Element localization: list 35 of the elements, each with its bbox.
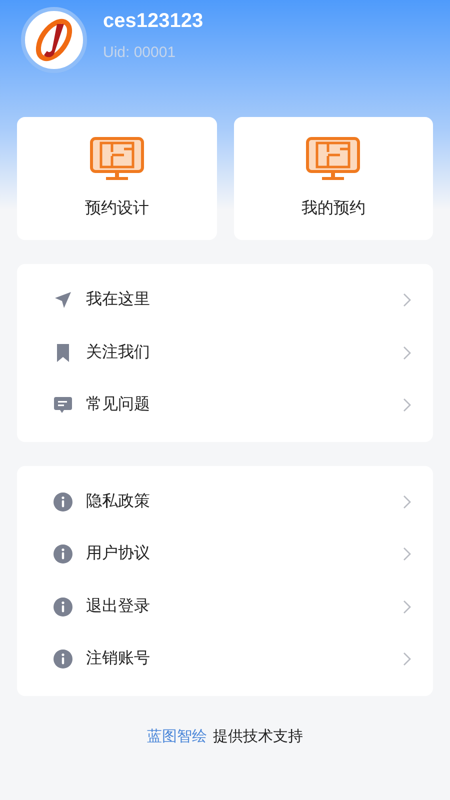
chevron-right-icon <box>403 600 411 614</box>
chevron-right-icon <box>403 346 411 360</box>
chevron-right-icon <box>403 398 411 412</box>
support-text: 提供技术支持 <box>213 726 303 746</box>
menu-item[interactable]: 用户协议 <box>17 528 433 580</box>
menu-item-label: 退出登录 <box>86 596 151 617</box>
user-name: ces123123 <box>103 8 204 34</box>
info-icon <box>53 596 73 617</box>
send-icon <box>53 290 73 310</box>
menu-item-label: 注销账号 <box>86 648 151 670</box>
menu-item-label: 用户协议 <box>86 544 151 564</box>
menu-item[interactable]: 退出登录 <box>17 580 433 633</box>
chevron-right-icon <box>403 547 411 562</box>
user-id: Uid: 00001 <box>103 42 177 63</box>
menu-item-label: 我在这里 <box>86 290 151 310</box>
menu-item[interactable]: 隐私政策 <box>17 476 433 528</box>
shortcut-card[interactable]: 预约设计 <box>17 117 216 240</box>
info-icon <box>53 649 73 670</box>
menu-item[interactable]: 我在这里 <box>17 274 433 326</box>
message-icon <box>53 395 73 416</box>
chevron-right-icon <box>403 293 411 308</box>
menu-item[interactable]: 常见问题 <box>17 379 433 432</box>
bookmark-icon <box>55 342 71 363</box>
info-icon <box>53 544 73 564</box>
floor-plan-monitor-icon <box>90 136 144 182</box>
menu-item[interactable]: 注销账号 <box>17 633 433 686</box>
menu-item-label: 常见问题 <box>86 394 151 416</box>
menu-item-label: 关注我们 <box>86 342 151 363</box>
menu-item-label: 隐私政策 <box>86 492 151 512</box>
info-icon <box>53 492 73 512</box>
chevron-right-icon <box>403 494 411 509</box>
floor-plan-monitor-icon <box>306 136 360 182</box>
chevron-right-icon <box>403 652 411 666</box>
shortcut-card[interactable]: 我的预约 <box>234 117 433 240</box>
menu-item[interactable]: 关注我们 <box>17 326 433 379</box>
